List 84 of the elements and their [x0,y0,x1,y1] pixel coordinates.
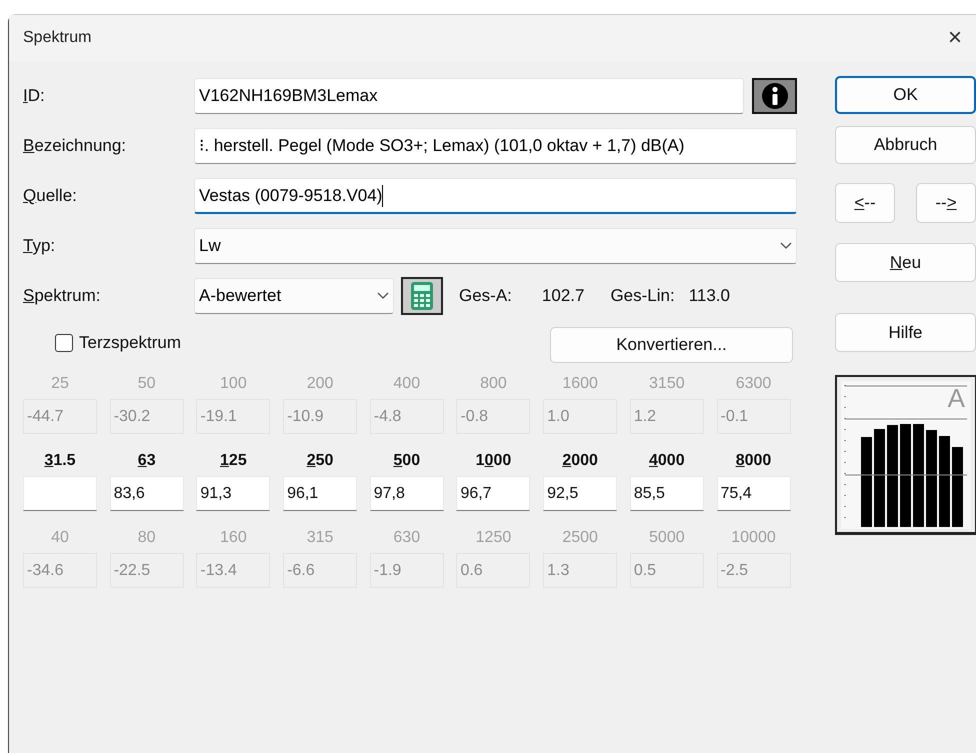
readonly-field: -30.2 [110,399,184,434]
info-button[interactable] [752,78,797,114]
field-label: ID: [23,86,46,106]
octave-label: 2000 [561,451,599,471]
field-label: Spektrum: [23,286,102,306]
readonly-field: -2.5 [716,553,790,588]
readonly-field: -10.9 [283,399,358,434]
octave-label: 1000 [474,451,512,471]
readonly-field: -4.8 [370,399,444,434]
field-label: Typ: [23,236,56,256]
level-input[interactable]: 92,5 [543,476,618,511]
readonly-field: -19.1 [196,399,270,434]
total-lin-value: 113.0 [688,286,730,306]
frequency-label: 200 [306,374,334,394]
chevron-down-icon [377,292,389,300]
calculator-icon [410,281,434,311]
text-field[interactable]: V162NH169BM3Lemax [194,78,744,114]
frequency-label: 2500 [561,528,599,548]
calculator-button[interactable] [401,277,443,315]
level-input[interactable]: 85,5 [630,476,704,511]
octave-label: 4000 [648,451,686,471]
readonly-field: -6.6 [283,553,358,588]
frequency-label: 630 [392,528,422,548]
frequency-label: 800 [479,374,508,394]
total-lin-label: Ges-Lin: [610,286,675,306]
chevron-down-icon [780,242,792,250]
convert-button[interactable]: Konvertieren... [550,327,793,363]
level-input[interactable]: 75,4 [716,476,790,511]
frequency-label: 10000 [730,528,777,548]
dialog-button[interactable]: Abbruch [835,126,976,164]
octave-label: 500 [392,451,422,471]
close-button[interactable]: × [940,24,970,52]
frequency-label: 80 [136,528,157,548]
readonly-field: -0.8 [456,399,530,434]
next-button[interactable]: --> [916,183,976,223]
frequency-label: 50 [136,374,157,394]
field-label: Bezeichnung: [23,136,128,156]
readonly-field: 0.5 [630,553,704,588]
readonly-field: 1.2 [630,399,704,434]
frequency-label: 6300 [734,374,772,394]
total-a-label: Ges-A: [459,286,512,306]
text-field[interactable]: Vestas (0079-9518.V04) [194,178,797,214]
frequency-label: 40 [50,528,70,548]
window-title: Spektrum [23,29,92,47]
frequency-label: 25 [50,374,70,394]
type-dropdown[interactable]: Lw [194,228,797,264]
frequency-label: 100 [219,374,248,394]
octave-label: 8000 [734,451,772,471]
spectrum-dropdown[interactable]: A-bewertet [194,278,394,314]
level-input[interactable]: 97,8 [370,476,444,511]
frequency-label: 1600 [561,374,599,394]
octave-label: 250 [306,451,334,471]
frequency-label: 400 [392,374,422,394]
level-input[interactable]: 91,3 [196,476,270,511]
readonly-field: -44.7 [23,399,97,434]
field-label: Quelle: [23,186,78,206]
frequency-label: 315 [306,528,334,548]
readonly-field: 0.6 [456,553,530,588]
readonly-field: -13.4 [196,553,270,588]
readonly-field: 1.0 [543,399,618,434]
frequency-label: 1250 [474,528,512,548]
terz-checkbox[interactable]: Terzspektrum [55,333,182,353]
frequency-label: 5000 [648,528,686,548]
octave-label: 31.5 [43,451,77,471]
help-button[interactable]: Hilfe [835,313,976,352]
frequency-label: 160 [219,528,248,548]
previous-button[interactable]: <-- [835,183,895,223]
octave-label: 63 [136,451,157,471]
readonly-field: -0.1 [716,399,790,434]
readonly-field: -1.9 [370,553,444,588]
weighting-letter: A [948,383,965,414]
level-input[interactable]: 83,6 [110,476,184,511]
level-input[interactable]: 96,7 [456,476,530,511]
readonly-field: 1.3 [543,553,618,588]
octave-label: 125 [219,451,248,471]
level-input[interactable]: 96,1 [283,476,358,511]
frequency-label: 3150 [648,374,686,394]
new-button[interactable]: Neu [835,243,976,282]
readonly-field: -34.6 [23,553,97,588]
text-field[interactable]: ⁝. herstell. Pegel (Mode SO3+; Lemax) (101,0 oktav + 1,7) dB(A) [194,128,797,164]
ok-button[interactable]: OK [835,76,976,114]
level-input[interactable] [23,476,97,511]
total-a-value: 102.7 [542,286,584,306]
readonly-field: -22.5 [110,553,184,588]
